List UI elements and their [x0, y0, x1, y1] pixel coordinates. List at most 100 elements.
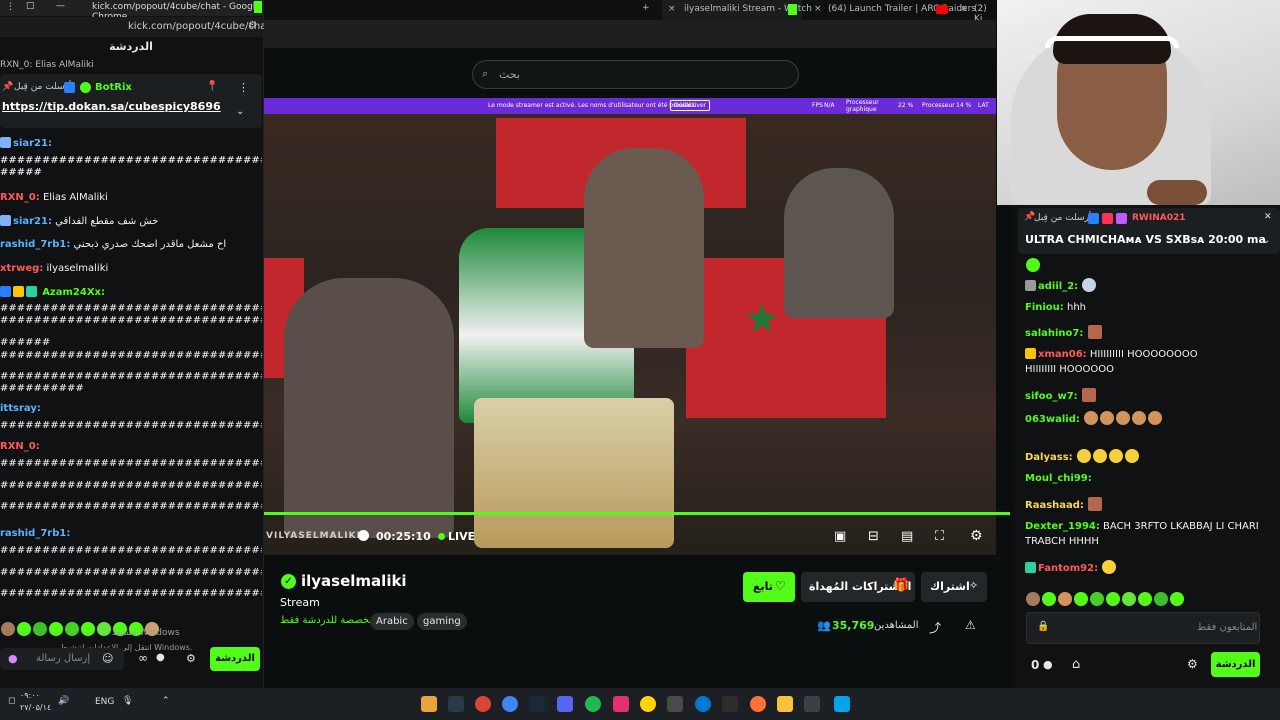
- points-count: 0: [1031, 658, 1040, 672]
- chrome-icon[interactable]: [475, 696, 491, 712]
- subscribe-button[interactable]: اشتراك ✧: [921, 572, 987, 602]
- disable-streamer-mode-button[interactable]: Désactiver: [670, 100, 711, 111]
- emote-icon[interactable]: [1106, 592, 1120, 606]
- app-icon[interactable]: [722, 696, 738, 712]
- theater-icon[interactable]: ⊟: [868, 529, 879, 544]
- maximize-icon[interactable]: □: [26, 1, 35, 11]
- gear-icon[interactable]: ⚙: [1187, 657, 1198, 671]
- emote-icon: [1084, 411, 1099, 425]
- gift-subs-button[interactable]: الاشتراكات المُهداة 🎁: [801, 572, 915, 602]
- tag-arabic-chat[interactable]: مخصصة للدردشة فقط: [280, 615, 375, 626]
- close-icon[interactable]: ×: [814, 4, 822, 14]
- tag-gaming[interactable]: gaming: [417, 613, 467, 630]
- taskbar-time[interactable]: ۰۹:۰۰: [20, 690, 40, 702]
- emote-icon: [1116, 411, 1131, 425]
- follow-button[interactable]: تابع ♡: [743, 572, 795, 602]
- app-icon[interactable]: [421, 696, 437, 712]
- emote-icon[interactable]: [1058, 592, 1072, 606]
- infinity-icon[interactable]: ∞: [138, 651, 148, 665]
- points-icon[interactable]: ●: [1043, 658, 1053, 671]
- gift-icon: 🎁: [893, 578, 910, 593]
- new-tab-button[interactable]: +: [642, 3, 650, 13]
- spotify-icon[interactable]: [585, 696, 601, 712]
- emote-icon[interactable]: [1074, 592, 1088, 606]
- emoji-icon[interactable]: ☺: [102, 652, 113, 665]
- edge-icon[interactable]: [695, 696, 711, 712]
- verified-icon: [0, 286, 11, 297]
- chevron-down-icon[interactable]: ⌄: [236, 106, 244, 117]
- notification-icon[interactable]: ◻: [8, 696, 15, 706]
- emote-icon[interactable]: [1026, 592, 1040, 606]
- app-icon[interactable]: [667, 696, 683, 712]
- discord-icon[interactable]: [557, 696, 573, 712]
- emote-icon[interactable]: [1122, 592, 1136, 606]
- chat-message: Azam24Xx:: [0, 286, 262, 299]
- settings-icon[interactable]: ⚙: [970, 528, 983, 544]
- report-icon[interactable]: ⚠: [965, 618, 976, 632]
- pinned-user[interactable]: BotRix: [95, 82, 132, 93]
- follow-label: تابع: [753, 580, 773, 593]
- emote-icon[interactable]: [1170, 592, 1184, 606]
- chevron-up-icon[interactable]: ⌃: [162, 696, 170, 706]
- window-menu-icon[interactable]: ⋮: [6, 2, 15, 12]
- gear-icon[interactable]: ⚙: [186, 652, 196, 665]
- popout-url-bar[interactable]: kick.com/popout/4cube/chat ⚙: [0, 17, 270, 37]
- lock-icon: 🔒: [1037, 621, 1050, 632]
- pinned-sender-label: أرسلت من قِبل: [14, 82, 72, 92]
- emote-icon: [1132, 411, 1147, 425]
- file-explorer-icon[interactable]: [777, 696, 793, 712]
- unpin-icon[interactable]: 📍: [206, 81, 218, 92]
- close-icon[interactable]: ×: [668, 4, 676, 14]
- top-user-line: RXN_0: Elias AlMaliki: [0, 60, 94, 70]
- stream-category[interactable]: Stream: [280, 596, 320, 609]
- language-indicator[interactable]: ENG: [95, 697, 114, 707]
- mic-icon[interactable]: 🎙: [122, 696, 133, 706]
- channel-name[interactable]: ilyaselmaliki: [301, 572, 407, 590]
- pin-icon: 📌: [2, 82, 14, 92]
- volume-icon[interactable]: 🔊: [58, 696, 69, 706]
- tab-youtube-label[interactable]: (64) Launch Trailer | ARC Raiders: [828, 4, 976, 14]
- video-player[interactable]: ★: [264, 98, 996, 555]
- chevron-down-icon[interactable]: ⌄: [1262, 235, 1270, 246]
- youtube-icon: [936, 5, 948, 14]
- emote-icon[interactable]: [1090, 592, 1104, 606]
- settings-sliders-icon[interactable]: ⚙: [248, 20, 257, 31]
- streamer-mode-bar: Le mode streamer est activé. Les noms d'…: [264, 98, 996, 114]
- chrome-profile-icon[interactable]: [502, 696, 518, 712]
- pinned-link[interactable]: https://tip.dokan.sa/cubespicy8696: [2, 100, 221, 113]
- clip-icon[interactable]: ▣: [834, 529, 846, 544]
- steam-icon[interactable]: [529, 696, 545, 712]
- bot-icon: [80, 82, 91, 93]
- right-chat-button[interactable]: الدردشة: [1211, 652, 1260, 677]
- right-chat-input[interactable]: 🔒 المتابعون فقط: [1026, 612, 1260, 644]
- popout-chat-input[interactable]: ● إرسال رسالة ☺: [0, 648, 124, 670]
- windows-start-icon[interactable]: [834, 696, 850, 712]
- instagram-icon[interactable]: [613, 696, 629, 712]
- video-progress-bar[interactable]: [264, 512, 1010, 515]
- emote-icon[interactable]: [1154, 592, 1168, 606]
- popout-chat-button[interactable]: الدردشة: [210, 647, 260, 671]
- taskbar-date[interactable]: ۲۷/۰۵/۱٤: [20, 702, 51, 714]
- more-options-icon[interactable]: ⋮: [238, 81, 249, 94]
- windows-taskbar: ◻ ۰۹:۰۰ ۲۷/۰۵/۱٤ 🔊 ENG 🎙 ⌃: [0, 688, 1280, 720]
- minimize-icon[interactable]: —: [56, 1, 65, 11]
- chat-message: RXN_0:: [0, 441, 40, 452]
- terminal-icon[interactable]: [448, 696, 464, 712]
- emote-icon[interactable]: [1138, 592, 1152, 606]
- right-pinned-user[interactable]: RWINA021: [1132, 213, 1186, 223]
- unpin-icon[interactable]: ✕: [1264, 212, 1272, 222]
- share-icon[interactable]: ⤴: [929, 619, 941, 636]
- emote-icon[interactable]: [1042, 592, 1056, 606]
- microphone-icon[interactable]: ●: [8, 652, 18, 665]
- close-icon[interactable]: ×: [960, 4, 968, 14]
- volume-slider-knob[interactable]: [358, 530, 369, 541]
- snapchat-icon[interactable]: [640, 696, 656, 712]
- tag-arabic[interactable]: Arabic: [370, 613, 414, 630]
- store-icon[interactable]: ⌂: [1072, 657, 1080, 672]
- app-icon[interactable]: [804, 696, 820, 712]
- firefox-icon[interactable]: [750, 696, 766, 712]
- miniplayer-icon[interactable]: ▤: [901, 529, 913, 544]
- search-input[interactable]: ⌕ بحث: [472, 60, 799, 89]
- fullscreen-icon[interactable]: ⛶: [935, 529, 944, 544]
- points-icon[interactable]: ●: [156, 652, 165, 663]
